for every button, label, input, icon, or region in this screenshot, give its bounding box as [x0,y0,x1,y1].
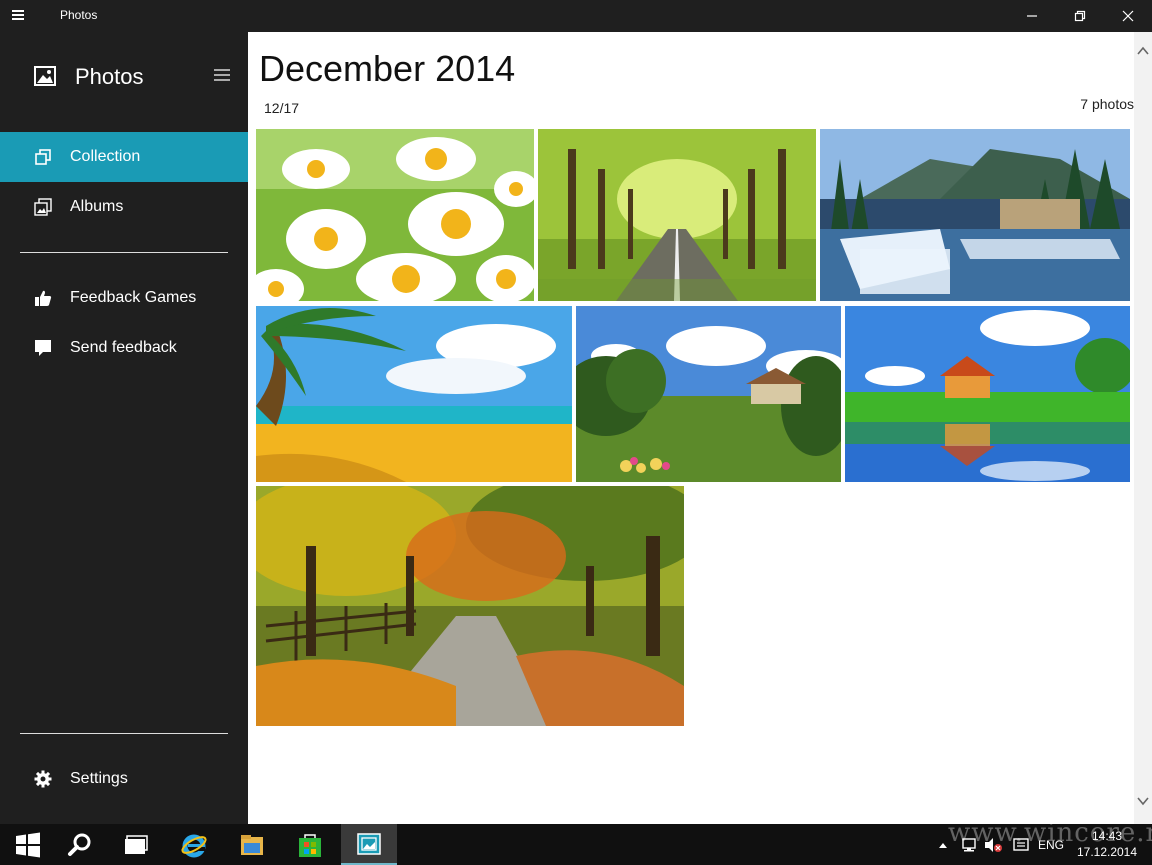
internet-explorer-icon [181,834,207,857]
photo-lake-house[interactable] [845,306,1130,482]
photos-taskbar-button[interactable] [341,824,397,865]
photo-garden-house[interactable] [576,306,841,482]
sidebar-item-label: Collection [70,148,141,165]
close-button[interactable] [1104,0,1152,32]
photo-daisies[interactable] [256,129,534,301]
title-bar: Photos [0,0,1152,32]
main-content: December 2014 12/17 7 photos [248,32,1152,824]
speech-bubble-icon [35,340,51,356]
sidebar-item-settings[interactable]: Settings [0,754,248,804]
windows-start-icon [16,832,40,857]
collection-icon [35,149,51,165]
sidebar-item-send-feedback[interactable]: Send feedback [0,323,248,373]
file-explorer-button[interactable] [224,824,280,865]
sidebar-item-label: Send feedback [70,339,177,356]
photo-tree-road[interactable] [538,129,816,301]
thumbs-up-icon [35,290,52,306]
minimize-button[interactable] [1008,0,1056,32]
app-title: Photos [75,64,144,89]
photos-app-icon [357,832,381,855]
photo-count: 7 photos [1080,96,1134,112]
sidebar: Photos Collection Albums Feedback Games … [0,32,248,824]
store-icon [299,833,321,857]
file-explorer-icon [241,834,263,855]
sidebar-item-label: Feedback Games [70,289,197,306]
chevron-up-icon [939,842,947,848]
sidebar-item-collection[interactable]: Collection [0,132,248,182]
restore-icon [1074,10,1086,22]
watermark-text: www.wincore.ru [948,818,1152,848]
date-label: 12/17 [264,100,300,116]
albums-icon [34,198,52,216]
sidebar-item-albums[interactable]: Albums [0,182,248,232]
photo-beach[interactable] [256,306,572,482]
start-button[interactable] [0,824,56,865]
sidebar-item-label: Albums [70,198,124,215]
scrollbar-thumb[interactable] [1138,66,1148,788]
window-title: Photos [60,8,98,22]
sidebar-divider [20,252,228,253]
task-view-icon [125,834,148,854]
photos-logo-icon [34,66,56,86]
scroll-up-icon[interactable] [1137,46,1149,56]
task-view-button[interactable] [108,824,164,865]
store-button[interactable] [282,824,338,865]
hamburger-menu-icon[interactable] [12,8,36,24]
search-button[interactable] [52,824,108,865]
scrollbar[interactable] [1134,32,1152,824]
sidebar-item-label: Settings [70,770,128,787]
sidebar-header: Photos [0,32,248,122]
restore-button[interactable] [1056,0,1104,32]
list-view-icon[interactable] [214,69,230,83]
internet-explorer-button[interactable] [166,824,222,865]
gear-icon [34,770,52,788]
sidebar-item-feedback-games[interactable]: Feedback Games [0,273,248,323]
page-title: December 2014 [259,48,516,89]
search-icon [68,833,91,856]
minimize-icon [1027,15,1037,17]
close-icon [1122,10,1134,22]
photo-waterfall[interactable] [820,129,1130,301]
photo-autumn-path[interactable] [256,486,684,726]
sidebar-divider [20,733,228,734]
scroll-down-icon[interactable] [1137,796,1149,806]
